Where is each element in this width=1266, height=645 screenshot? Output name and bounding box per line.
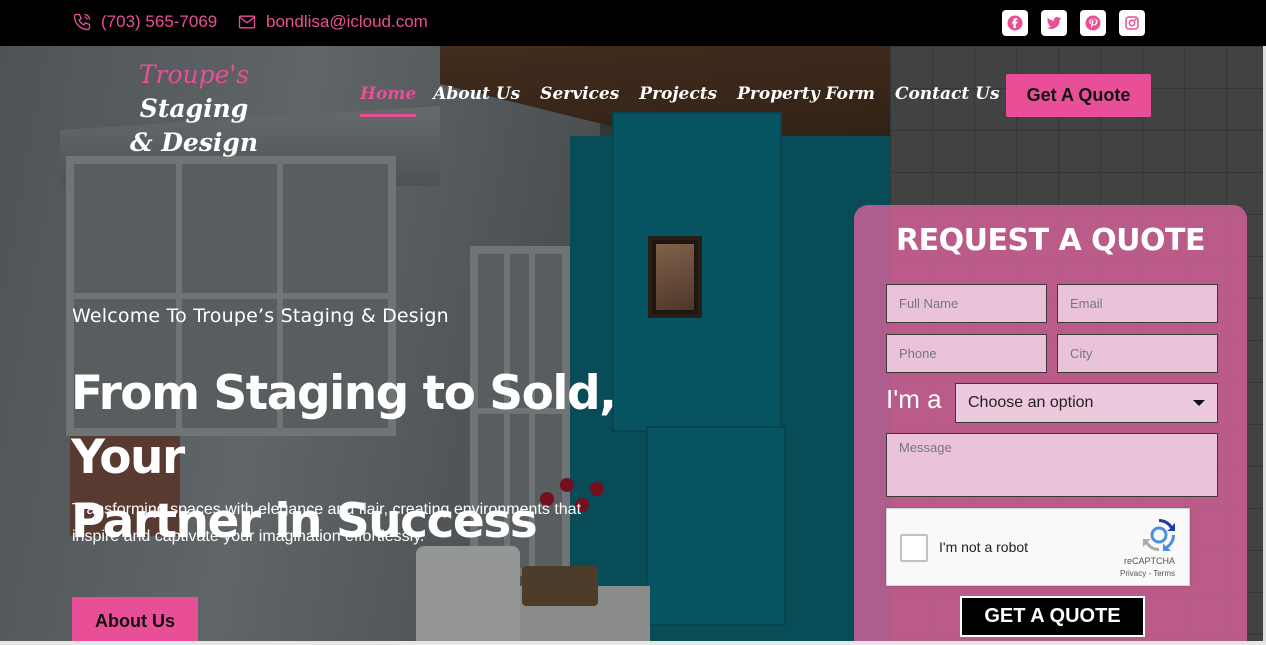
twitter-icon[interactable] — [1041, 10, 1067, 36]
top-bar: (703) 565-7069 bondlisa@icloud.com — [0, 0, 1266, 46]
hero-subtitle-line2: inspire and captivate your imagination e… — [72, 528, 425, 545]
recaptcha-brand: reCAPTCHA — [1123, 556, 1175, 566]
nav-item-contact-us[interactable]: Contact Us — [895, 84, 1000, 117]
phone-input[interactable]: Phone — [886, 334, 1047, 373]
logo-text-pink: Troupe's — [138, 60, 250, 89]
nav-item-projects[interactable]: Projects — [639, 84, 717, 117]
facebook-icon[interactable] — [1002, 10, 1028, 36]
form-title: REQUEST A QUOTE — [896, 223, 1205, 258]
mail-icon — [238, 15, 256, 29]
main-nav: Home About Us Services Projects Property… — [360, 84, 1000, 117]
recaptcha-checkbox[interactable] — [900, 534, 928, 562]
hero-subtitle-line1: Transforming spaces with elegance and fl… — [72, 501, 582, 518]
caret-down-icon — [1193, 400, 1205, 406]
hero-subtitle: Transforming spaces with elegance and fl… — [72, 496, 602, 550]
role-select-value: Choose an option — [968, 394, 1094, 411]
role-label: I'm a — [886, 384, 942, 414]
phone-number[interactable]: (703) 565-7069 — [101, 12, 217, 32]
email-contact[interactable]: bondlisa@icloud.com — [237, 12, 428, 32]
logo-text-design: & Design — [129, 128, 259, 157]
social-links — [1002, 10, 1145, 36]
recaptcha-label: I'm not a robot — [939, 539, 1029, 555]
city-input[interactable]: City — [1057, 334, 1218, 373]
bottom-edge — [0, 641, 1266, 645]
pinterest-icon[interactable] — [1080, 10, 1106, 36]
email-input[interactable]: Email — [1057, 284, 1218, 323]
email-address[interactable]: bondlisa@icloud.com — [266, 12, 428, 32]
nav-item-property-form[interactable]: Property Form — [737, 84, 875, 117]
nav-item-home[interactable]: Home — [360, 84, 417, 117]
recaptcha-icon — [1143, 519, 1175, 551]
quote-form: REQUEST A QUOTE Full Name Email Phone Ci… — [854, 205, 1247, 645]
full-name-input[interactable]: Full Name — [886, 284, 1047, 323]
hero-welcome: Welcome To Troupe’s Staging & Design — [72, 305, 449, 327]
logo-text-staging: Staging — [139, 94, 249, 123]
recaptcha-widget: I'm not a robot reCAPTCHA Privacy - Term… — [886, 508, 1190, 586]
phone-contact[interactable]: (703) 565-7069 — [72, 12, 217, 32]
get-a-quote-button[interactable]: Get A Quote — [1006, 74, 1151, 117]
hero-headline-line1: From Staging to Sold, Your — [71, 366, 617, 485]
instagram-icon[interactable] — [1119, 10, 1145, 36]
phone-icon — [73, 13, 91, 31]
site-logo[interactable]: Troupe's Staging & Design — [84, 58, 304, 160]
nav-item-services[interactable]: Services — [540, 84, 619, 117]
recaptcha-terms[interactable]: Privacy - Terms — [1120, 569, 1175, 578]
message-input[interactable]: Message — [886, 433, 1218, 497]
submit-quote-button[interactable]: GET A QUOTE — [960, 596, 1145, 637]
role-select[interactable]: Choose an option — [955, 383, 1218, 423]
nav-item-about-us[interactable]: About Us — [433, 84, 520, 117]
about-us-button[interactable]: About Us — [72, 597, 198, 645]
